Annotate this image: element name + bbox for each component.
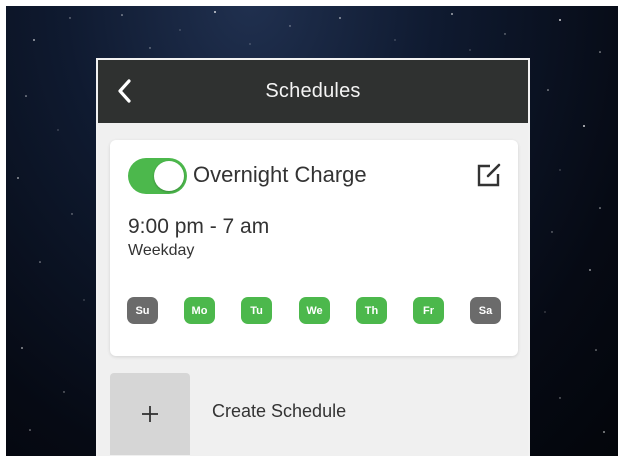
chevron-left-icon — [118, 79, 131, 103]
create-schedule-button[interactable]: Create Schedule — [110, 373, 520, 455]
day-thursday[interactable]: Th — [356, 297, 387, 324]
day-friday[interactable]: Fr — [413, 297, 444, 324]
toggle-knob — [154, 161, 184, 191]
back-button[interactable] — [110, 74, 138, 108]
schedule-name: Overnight Charge — [193, 162, 367, 187]
day-monday[interactable]: Mo — [184, 297, 215, 324]
app-screen: Schedules Overnight Charge 9:00 pm - 7 a… — [96, 58, 530, 456]
create-plus-box — [110, 373, 190, 455]
page-title: Schedules — [265, 80, 361, 102]
day-tuesday[interactable]: Tu — [241, 297, 272, 324]
frame-edge-left — [0, 0, 6, 456]
day-selector: Su Mo Tu We Th Fr Sa — [127, 297, 501, 324]
day-saturday[interactable]: Sa — [470, 297, 501, 324]
schedule-card: Overnight Charge 9:00 pm - 7 am Weekday … — [110, 140, 518, 356]
navigation-bar: Schedules — [98, 60, 528, 123]
create-schedule-label: Create Schedule — [212, 401, 347, 421]
day-sunday[interactable]: Su — [127, 297, 158, 324]
day-wednesday[interactable]: We — [299, 297, 330, 324]
frame-edge-right — [618, 0, 626, 456]
schedule-time: 9:00 pm - 7 am — [128, 215, 270, 238]
schedule-repeat: Weekday — [128, 242, 195, 259]
frame-edge-top — [0, 0, 626, 6]
plus-icon — [142, 406, 158, 422]
edit-icon — [477, 163, 501, 187]
edit-button[interactable] — [476, 162, 502, 188]
schedule-toggle[interactable] — [128, 158, 187, 194]
